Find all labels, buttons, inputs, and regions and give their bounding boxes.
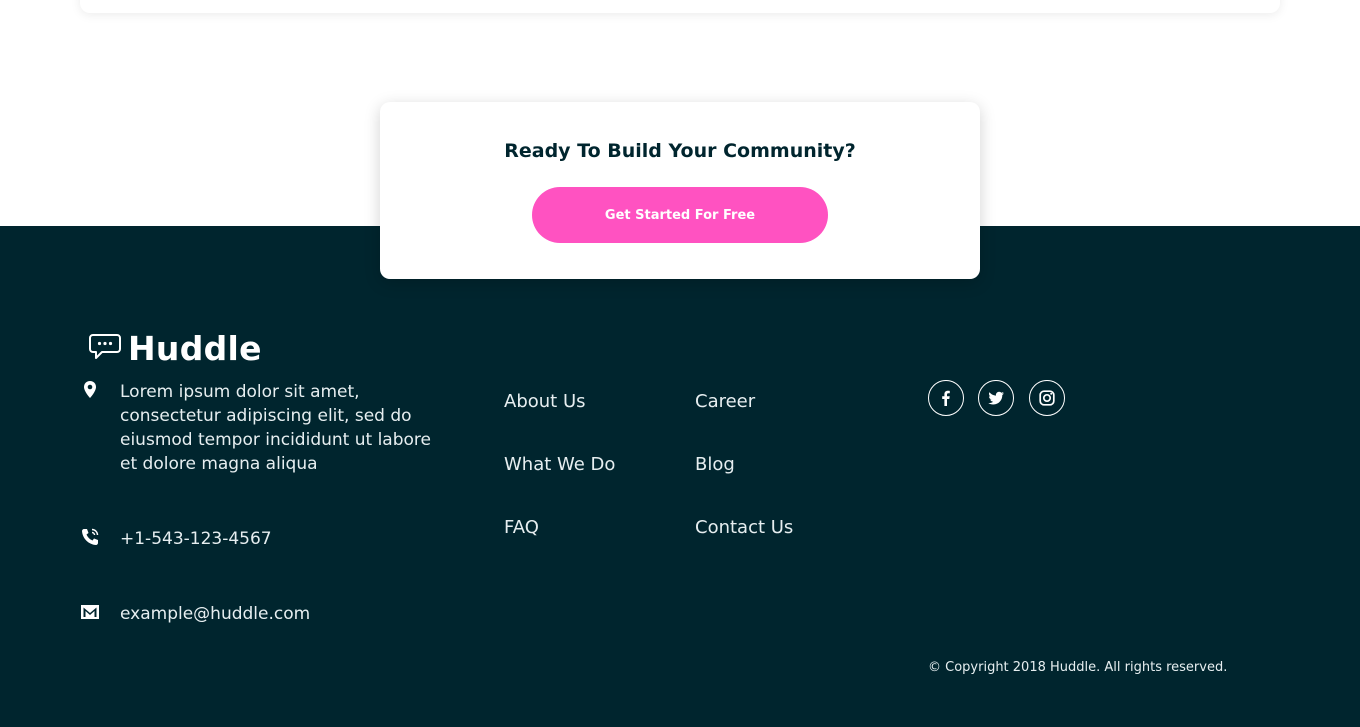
email-text: example@huddle.com [120,604,311,624]
link-about-us[interactable]: About Us [504,390,586,414]
get-started-button[interactable]: Get Started For Free [532,187,828,243]
location-pin-icon [84,381,96,398]
copyright-text: © Copyright 2018 Huddle. All rights rese… [928,660,1228,675]
instagram-icon [1039,390,1055,406]
phone-row: +1-543-123-4567 [80,527,380,553]
link-faq[interactable]: FAQ [504,516,539,540]
phone-text: +1-543-123-4567 [120,529,272,549]
cta-title: Ready To Build Your Community? [504,140,856,162]
address-row: Lorem ipsum dolor sit amet, consectetur … [80,380,460,480]
instagram-link[interactable] [1029,380,1065,416]
link-what-we-do[interactable]: What We Do [504,453,615,477]
chat-bubble-icon [89,334,121,359]
phone-icon [82,528,99,545]
link-career[interactable]: Career [695,390,755,414]
page: Ready To Build Your Community? Get Start… [0,0,1360,727]
twitter-link[interactable] [978,380,1014,416]
cta-card: Ready To Build Your Community? Get Start… [380,102,980,279]
email-row: example@huddle.com [80,602,380,628]
facebook-icon [942,390,950,406]
previous-section-card [80,0,1280,13]
link-contact-us[interactable]: Contact Us [695,516,793,540]
address-text: Lorem ipsum dolor sit amet, consectetur … [120,382,431,474]
twitter-icon [988,391,1004,405]
facebook-link[interactable] [928,380,964,416]
link-blog[interactable]: Blog [695,453,735,477]
mail-icon [81,605,99,619]
footer-logo[interactable]: Huddle [88,328,262,368]
brand-name: Huddle [128,328,262,368]
